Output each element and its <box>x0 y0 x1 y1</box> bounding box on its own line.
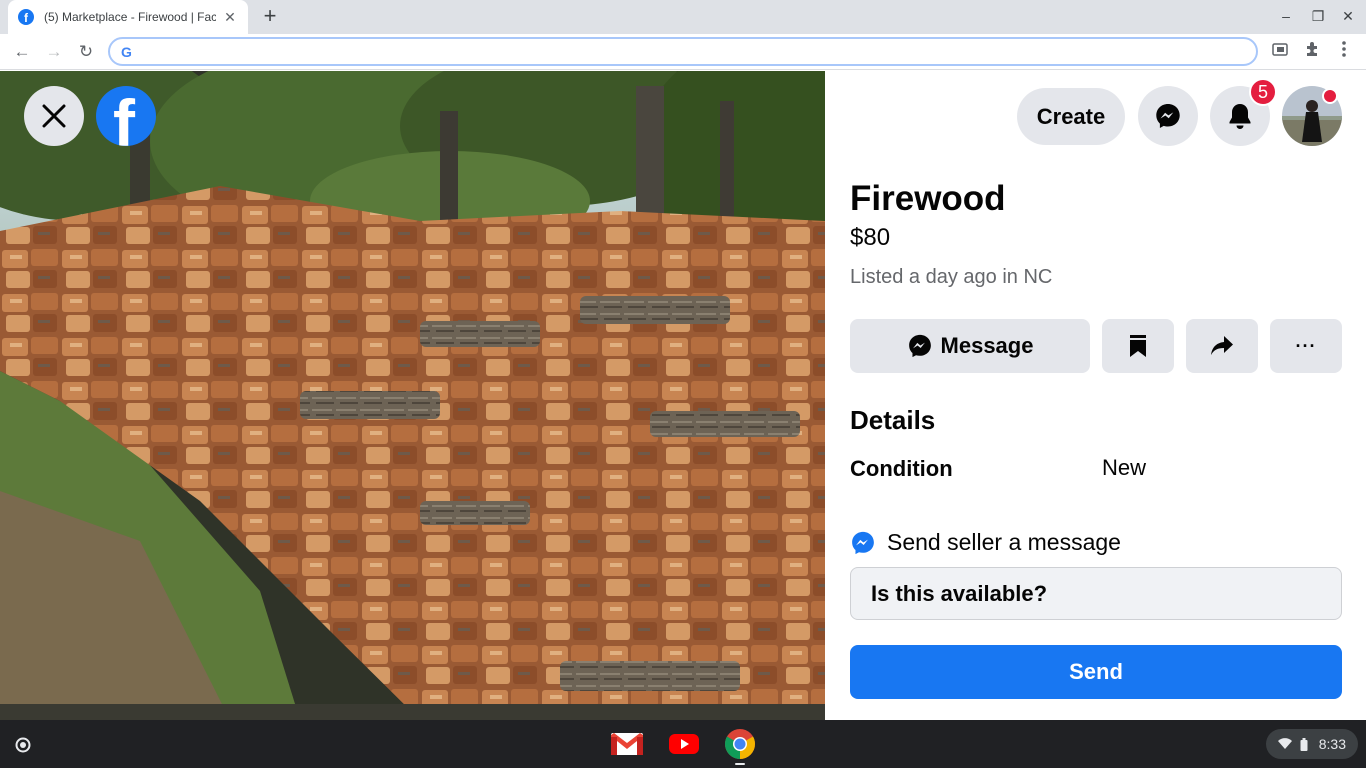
bookmark-icon <box>1130 335 1146 357</box>
forward-icon[interactable]: → <box>42 40 66 64</box>
message-button[interactable]: Message <box>850 319 1090 373</box>
share-button[interactable] <box>1186 319 1258 373</box>
listing-price: $80 <box>850 224 891 251</box>
tab-close-icon[interactable]: ✕ <box>222 9 238 26</box>
launcher-button[interactable] <box>10 732 36 758</box>
listing-photo[interactable]: f <box>0 71 825 720</box>
window-close-icon[interactable]: ✕ <box>1338 8 1358 26</box>
cast-icon[interactable] <box>1268 40 1292 64</box>
browser-toolbar: ← → ↻ G <box>0 34 1366 70</box>
online-status-dot <box>1322 88 1338 104</box>
launcher-icon <box>15 737 31 753</box>
youtube-app-button[interactable] <box>667 728 701 760</box>
condition-value: New <box>1102 455 1147 480</box>
chrome-app-button[interactable] <box>723 728 757 760</box>
tab-title: (5) Marketplace - Firewood | Facebook <box>44 10 216 24</box>
new-tab-button[interactable]: + <box>258 5 282 29</box>
facebook-logo-icon[interactable]: f <box>96 86 156 146</box>
messenger-icon <box>908 334 931 358</box>
listing-title: Firewood <box>850 179 1006 218</box>
wifi-icon <box>1278 738 1292 749</box>
condition-label: Condition <box>850 456 953 481</box>
facebook-favicon-icon: f <box>18 9 34 25</box>
extensions-icon[interactable] <box>1300 40 1324 64</box>
maximize-icon[interactable]: ❐ <box>1308 8 1328 26</box>
chrome-running-indicator <box>735 763 745 765</box>
message-button-label: Message <box>940 333 1034 358</box>
share-icon <box>1211 336 1233 355</box>
create-button[interactable]: Create <box>1017 88 1125 145</box>
seller-message-header: Send seller a message <box>850 529 1121 556</box>
notification-count-badge: 5 <box>1249 78 1277 106</box>
chrome-icon <box>724 729 755 759</box>
clock-time: 8:33 <box>1318 736 1346 752</box>
back-icon[interactable]: ← <box>10 40 34 64</box>
messenger-blue-icon <box>852 531 874 554</box>
seller-message-input[interactable] <box>850 567 1342 620</box>
os-shelf: 8:33 <box>0 720 1366 768</box>
send-button[interactable]: Send <box>850 645 1342 699</box>
battery-icon <box>1300 737 1308 751</box>
messenger-button[interactable] <box>1138 86 1198 146</box>
google-icon: G <box>121 44 132 60</box>
firewood-pile-image <box>0 71 825 720</box>
minimize-icon[interactable]: – <box>1276 8 1296 26</box>
close-listing-button[interactable] <box>24 86 84 146</box>
tab-strip: f (5) Marketplace - Firewood | Facebook … <box>0 0 1366 34</box>
browser-tab[interactable]: f (5) Marketplace - Firewood | Facebook … <box>8 0 248 34</box>
omnibox[interactable]: G <box>108 37 1258 66</box>
reload-icon[interactable]: ↻ <box>74 40 98 64</box>
more-options-button[interactable]: ··· <box>1270 319 1342 373</box>
menu-kebab-icon[interactable] <box>1332 40 1356 64</box>
bell-icon <box>1229 104 1251 129</box>
status-tray[interactable]: 8:33 <box>1266 729 1358 759</box>
gmail-icon <box>611 733 643 755</box>
seller-message-label: Send seller a message <box>887 529 1121 555</box>
address-input[interactable] <box>140 41 1240 63</box>
listing-details-panel: Create 5 Firewood $80 Listed a day ago i… <box>825 71 1366 720</box>
youtube-icon <box>669 734 699 754</box>
facebook-logo-letter: f <box>113 86 135 146</box>
close-icon <box>42 104 66 128</box>
listing-meta: Listed a day ago in NC <box>850 266 1053 288</box>
messenger-icon <box>1156 104 1180 128</box>
details-heading: Details <box>850 405 936 435</box>
gmail-app-button[interactable] <box>610 728 644 760</box>
save-button[interactable] <box>1102 319 1174 373</box>
